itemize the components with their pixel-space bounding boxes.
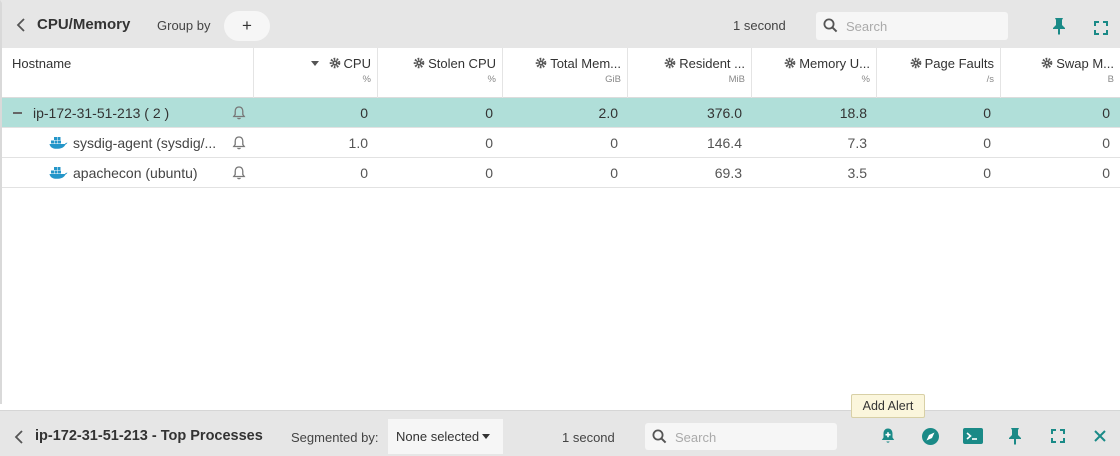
- search-input[interactable]: [846, 16, 1001, 36]
- pin-icon[interactable]: [1004, 425, 1026, 447]
- group-by-label: Group by: [157, 18, 211, 33]
- cell-swap-memory: 0: [1102, 105, 1110, 121]
- cell-cpu: 0: [360, 165, 368, 181]
- cell-memory-usage: 18.8: [839, 105, 867, 121]
- search-icon: [823, 18, 838, 38]
- gear-icon[interactable]: [413, 57, 425, 69]
- close-icon[interactable]: [1089, 425, 1111, 447]
- table-row[interactable]: apachecon (ubuntu) 0 0 0 69.3 3.5 0 0: [2, 158, 1120, 188]
- column-resident-memory[interactable]: Resident ... MiB: [628, 48, 752, 98]
- container-whale-icon: [49, 167, 68, 179]
- column-total-memory[interactable]: Total Mem... GiB: [503, 48, 628, 98]
- terminal-icon[interactable]: [962, 425, 984, 447]
- time-interval[interactable]: 1 second: [733, 18, 786, 33]
- gear-icon[interactable]: [784, 57, 796, 69]
- cell-page-faults: 0: [983, 135, 991, 151]
- column-memory-usage[interactable]: Memory U... %: [752, 48, 877, 98]
- cell-cpu: 1.0: [348, 135, 368, 151]
- cell-total-memory: 0: [610, 165, 618, 181]
- cell-page-faults: 0: [983, 165, 991, 181]
- table-header: Hostname CPU % Stolen CPU % Total Mem...…: [2, 48, 1120, 98]
- search-box: [645, 423, 837, 450]
- cell-swap-memory: 0: [1102, 135, 1110, 151]
- cell-page-faults: 0: [983, 105, 991, 121]
- segmented-by-select[interactable]: None selected: [388, 419, 503, 454]
- cell-stolen-cpu: 0: [485, 135, 493, 151]
- search-icon: [652, 429, 667, 449]
- bell-icon[interactable]: [231, 165, 247, 181]
- gear-icon[interactable]: [329, 57, 341, 69]
- time-interval[interactable]: 1 second: [562, 430, 615, 445]
- cpu-memory-panel: CPU/Memory Group by + 1 second Hostname …: [0, 0, 1120, 404]
- explore-icon[interactable]: [919, 425, 941, 447]
- search-box: [816, 12, 1008, 40]
- bell-icon[interactable]: [231, 105, 247, 121]
- column-hostname[interactable]: Hostname: [2, 48, 254, 98]
- segmented-by-label: Segmented by:: [291, 430, 379, 445]
- group-by-add-button[interactable]: +: [224, 11, 270, 41]
- gear-icon[interactable]: [1041, 57, 1053, 69]
- table-row[interactable]: sysdig-agent (sysdig/... 1.0 0 0 146.4 7…: [2, 128, 1120, 158]
- cell-stolen-cpu: 0: [485, 165, 493, 181]
- row-hostname: apachecon (ubuntu): [73, 165, 198, 181]
- cell-memory-usage: 7.3: [847, 135, 867, 151]
- add-alert-icon[interactable]: [877, 425, 899, 447]
- cell-stolen-cpu: 0: [485, 105, 493, 121]
- caret-down-icon: [482, 434, 491, 439]
- cell-total-memory: 2.0: [598, 105, 618, 121]
- expand-icon[interactable]: [1091, 18, 1111, 38]
- container-whale-icon: [49, 137, 68, 149]
- column-stolen-cpu[interactable]: Stolen CPU %: [378, 48, 503, 98]
- cell-resident-memory: 69.3: [714, 165, 742, 181]
- panel-title: CPU/Memory: [37, 16, 131, 33]
- chevron-left-icon[interactable]: [11, 428, 27, 446]
- gear-icon[interactable]: [664, 57, 676, 69]
- add-alert-tooltip: Add Alert: [851, 394, 925, 418]
- row-hostname: sysdig-agent (sysdig/...: [73, 135, 217, 151]
- top-processes-panel: ip-172-31-51-213 - Top Processes Segment…: [0, 410, 1120, 456]
- chevron-left-icon[interactable]: [13, 16, 29, 34]
- gear-icon[interactable]: [910, 57, 922, 69]
- search-input[interactable]: [675, 427, 830, 447]
- segmented-by-value: None selected: [396, 429, 480, 444]
- bell-icon[interactable]: [231, 135, 247, 151]
- panel-title: ip-172-31-51-213 - Top Processes: [35, 428, 263, 444]
- cell-resident-memory: 146.4: [706, 135, 742, 151]
- collapse-icon[interactable]: [13, 112, 22, 114]
- column-swap-memory[interactable]: Swap M... B: [1001, 48, 1120, 98]
- gear-icon[interactable]: [535, 57, 547, 69]
- pin-icon[interactable]: [1049, 16, 1069, 36]
- cell-cpu: 0: [360, 105, 368, 121]
- column-cpu[interactable]: CPU %: [254, 48, 378, 98]
- row-hostname: ip-172-31-51-213 ( 2 ): [33, 105, 170, 121]
- sort-desc-icon[interactable]: [310, 61, 319, 66]
- table-row[interactable]: ip-172-31-51-213 ( 2 ) 0 0 2.0 376.0 18.…: [2, 98, 1120, 128]
- cell-resident-memory: 376.0: [706, 105, 742, 121]
- expand-icon[interactable]: [1047, 425, 1069, 447]
- cell-memory-usage: 3.5: [847, 165, 867, 181]
- cell-total-memory: 0: [610, 135, 618, 151]
- column-page-faults[interactable]: Page Faults /s: [877, 48, 1001, 98]
- panel-header: CPU/Memory Group by + 1 second: [2, 3, 1120, 48]
- cell-swap-memory: 0: [1102, 165, 1110, 181]
